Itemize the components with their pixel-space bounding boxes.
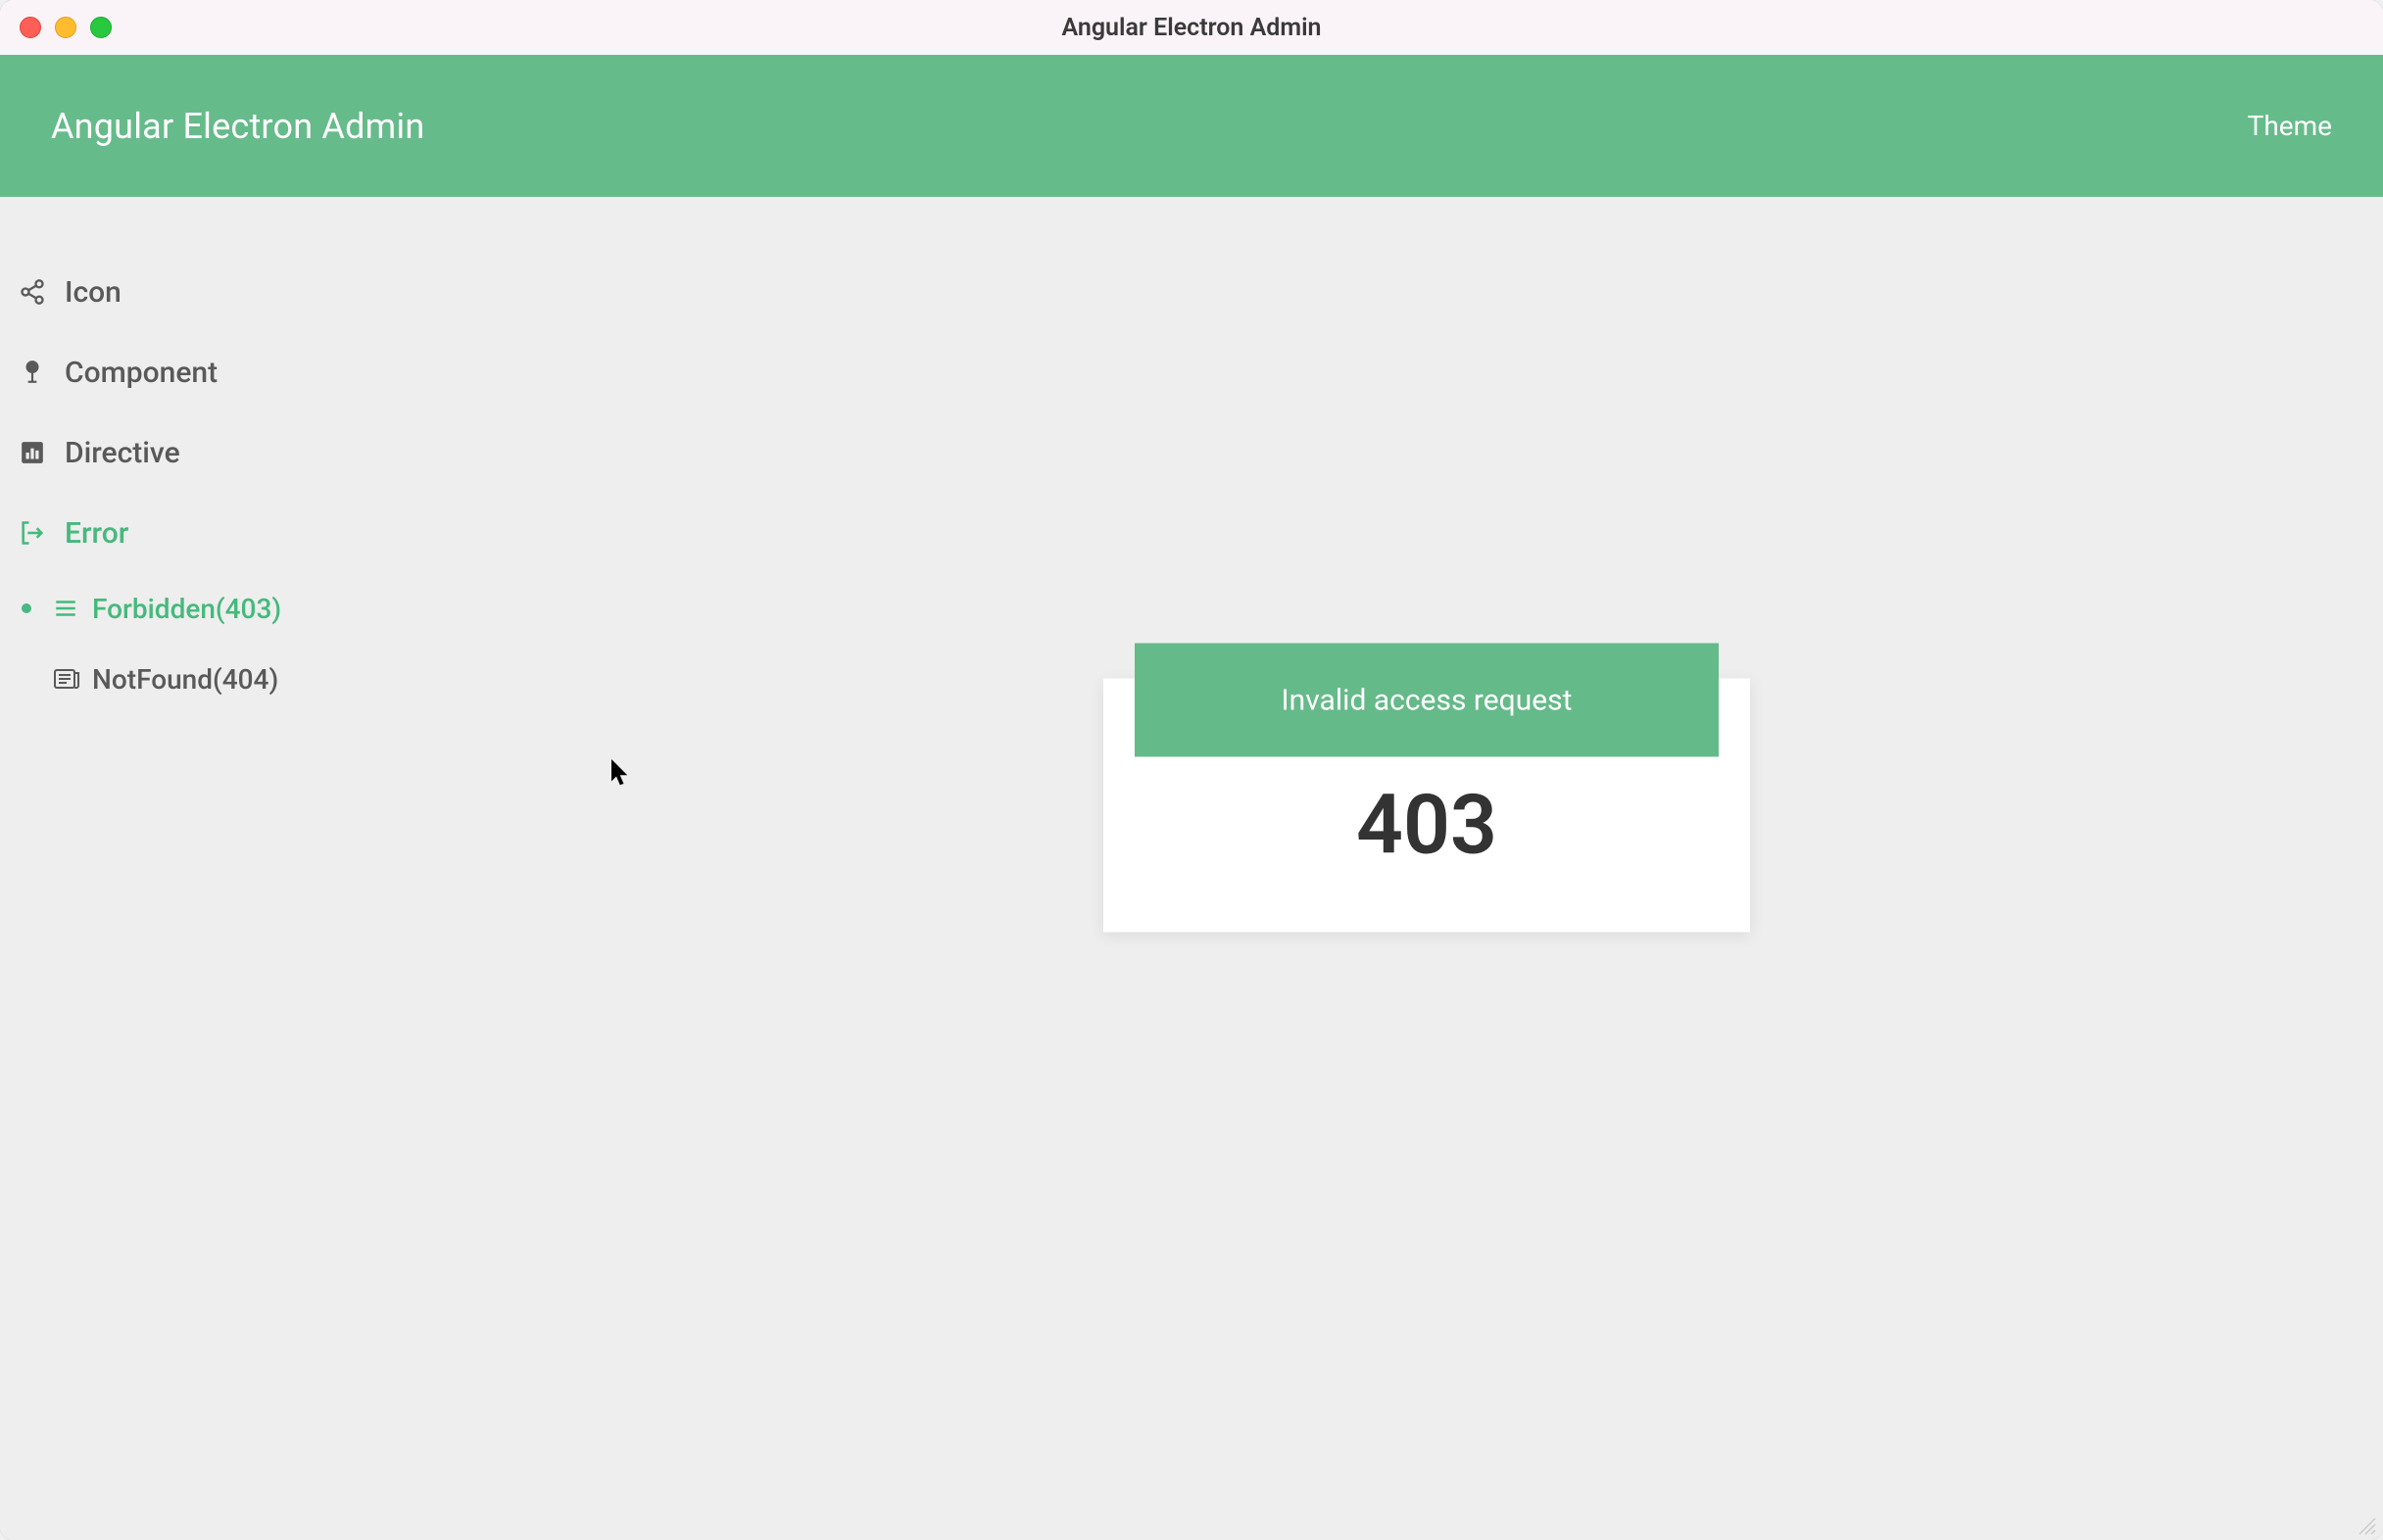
app-title: Angular Electron Admin bbox=[51, 106, 424, 147]
sidebar-subitem-notfound[interactable]: NotFound(404) bbox=[0, 644, 470, 714]
titlebar[interactable]: Angular Electron Admin bbox=[0, 0, 2383, 55]
sidebar: Icon Component bbox=[0, 197, 470, 1540]
window-minimize-button[interactable] bbox=[55, 17, 76, 38]
sidebar-item-error[interactable]: Error bbox=[0, 493, 470, 573]
traffic-lights bbox=[20, 17, 112, 38]
news-icon bbox=[53, 667, 84, 691]
main-content: Invalid access request 403 bbox=[470, 197, 2383, 1540]
exit-icon bbox=[12, 519, 53, 547]
window-maximize-button[interactable] bbox=[90, 17, 112, 38]
resize-grip-icon[interactable] bbox=[2354, 1513, 2377, 1536]
bar-chart-icon bbox=[12, 440, 53, 465]
sidebar-item-label: Directive bbox=[65, 436, 180, 470]
sidebar-item-label: Icon bbox=[65, 275, 122, 310]
sidebar-subitem-label: NotFound(404) bbox=[92, 663, 278, 696]
sidebar-item-label: Error bbox=[65, 516, 128, 551]
error-banner: Invalid access request bbox=[1135, 644, 1719, 757]
sidebar-item-component[interactable]: Component bbox=[0, 332, 470, 412]
active-dot-icon bbox=[22, 603, 31, 613]
share-icon bbox=[12, 278, 53, 306]
error-code: 403 bbox=[1103, 777, 1750, 874]
theme-button[interactable]: Theme bbox=[2248, 110, 2332, 142]
sidebar-item-icon[interactable]: Icon bbox=[0, 252, 470, 332]
app-header: Angular Electron Admin Theme bbox=[0, 55, 2383, 197]
body-area: Icon Component bbox=[0, 197, 2383, 1540]
sidebar-subitem-forbidden[interactable]: Forbidden(403) bbox=[0, 573, 470, 644]
window-title: Angular Electron Admin bbox=[1061, 14, 1321, 42]
menu-icon bbox=[53, 596, 84, 621]
window-frame: Angular Electron Admin Angular Electron … bbox=[0, 0, 2383, 1540]
error-card: Invalid access request 403 bbox=[1103, 644, 1750, 933]
sidebar-item-label: Component bbox=[65, 356, 218, 390]
window-close-button[interactable] bbox=[20, 17, 41, 38]
sidebar-item-directive[interactable]: Directive bbox=[0, 412, 470, 493]
tree-icon bbox=[12, 360, 53, 385]
sidebar-subitem-label: Forbidden(403) bbox=[92, 593, 281, 625]
